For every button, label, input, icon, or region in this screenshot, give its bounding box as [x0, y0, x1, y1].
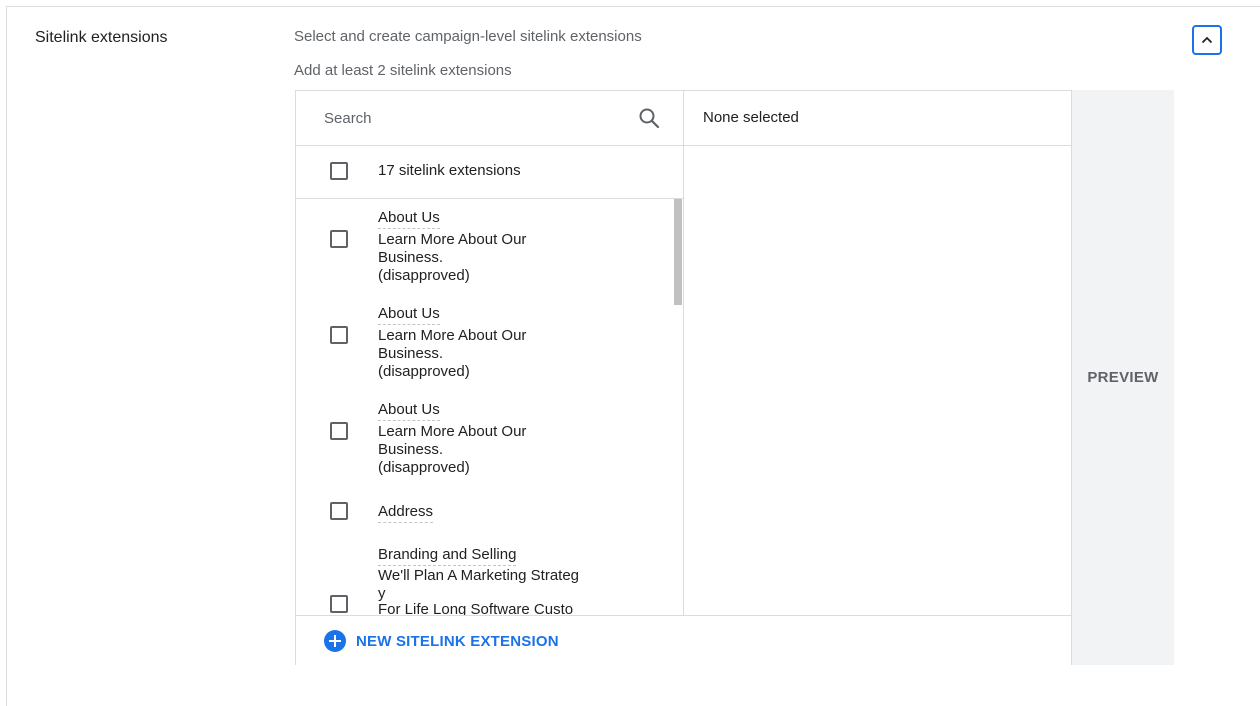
search-input[interactable]: [324, 107, 624, 129]
chevron-up-icon: [1201, 36, 1213, 44]
item-description: Business.: [378, 441, 444, 458]
plus-circle-icon: [324, 630, 346, 652]
preview-pane: PREVIEW: [1072, 90, 1174, 665]
search-bar: [296, 91, 683, 146]
section-hint: Add at least 2 sitelink extensions: [294, 62, 512, 79]
list-item[interactable]: About Us Learn More About Our Business. …: [296, 295, 671, 391]
item-description: Business.: [378, 345, 444, 362]
available-list-column: 17 sitelink extensions About Us Learn Mo…: [296, 91, 684, 616]
item-title[interactable]: Address: [378, 503, 434, 523]
collapse-button[interactable]: [1192, 25, 1222, 55]
list-scrollbar-thumb[interactable]: [674, 199, 682, 305]
item-checkbox[interactable]: [330, 502, 348, 520]
list-item[interactable]: Address: [296, 487, 671, 531]
item-status: (disapproved): [378, 363, 470, 380]
item-description: Learn More About Our: [378, 327, 527, 344]
search-icon[interactable]: [637, 106, 661, 130]
section-description: Select and create campaign-level sitelin…: [294, 28, 642, 45]
selected-header: None selected: [684, 91, 1071, 146]
item-description: For Life Long Software Custo: [378, 601, 574, 616]
new-sitelink-label: NEW SITELINK EXTENSION: [356, 632, 559, 650]
item-checkbox[interactable]: [330, 422, 348, 440]
sitelink-picker: 17 sitelink extensions About Us Learn Mo…: [295, 90, 1072, 665]
section-title: Sitelink extensions: [35, 29, 168, 46]
item-title[interactable]: About Us: [378, 401, 440, 421]
item-description: Learn More About Our: [378, 423, 527, 440]
item-title[interactable]: Branding and Selling: [378, 546, 517, 566]
item-title[interactable]: About Us: [378, 305, 440, 325]
item-description: Learn More About Our: [378, 231, 527, 248]
item-checkbox[interactable]: [330, 595, 348, 613]
new-sitelink-extension-button[interactable]: NEW SITELINK EXTENSION: [324, 628, 559, 654]
item-status: (disapproved): [378, 267, 470, 284]
item-status: (disapproved): [378, 459, 470, 476]
item-description: We'll Plan A Marketing Strateg: [378, 567, 580, 584]
select-all-checkbox[interactable]: [330, 162, 348, 180]
sitelink-list[interactable]: About Us Learn More About Our Business. …: [296, 199, 683, 616]
select-all-row[interactable]: 17 sitelink extensions: [296, 145, 683, 199]
preview-label: PREVIEW: [1087, 369, 1159, 386]
list-item[interactable]: Branding and Selling We'll Plan A Market…: [296, 531, 671, 616]
list-item[interactable]: About Us Learn More About Our Business. …: [296, 199, 671, 295]
picker-footer: NEW SITELINK EXTENSION: [296, 615, 1071, 665]
item-checkbox[interactable]: [330, 326, 348, 344]
item-title[interactable]: About Us: [378, 209, 440, 229]
sitelink-count-label: 17 sitelink extensions: [378, 162, 521, 179]
list-item[interactable]: About Us Learn More About Our Business. …: [296, 391, 671, 487]
selected-list-column: None selected: [684, 91, 1071, 616]
none-selected-label: None selected: [703, 109, 799, 126]
item-description: Business.: [378, 249, 444, 266]
item-checkbox[interactable]: [330, 230, 348, 248]
